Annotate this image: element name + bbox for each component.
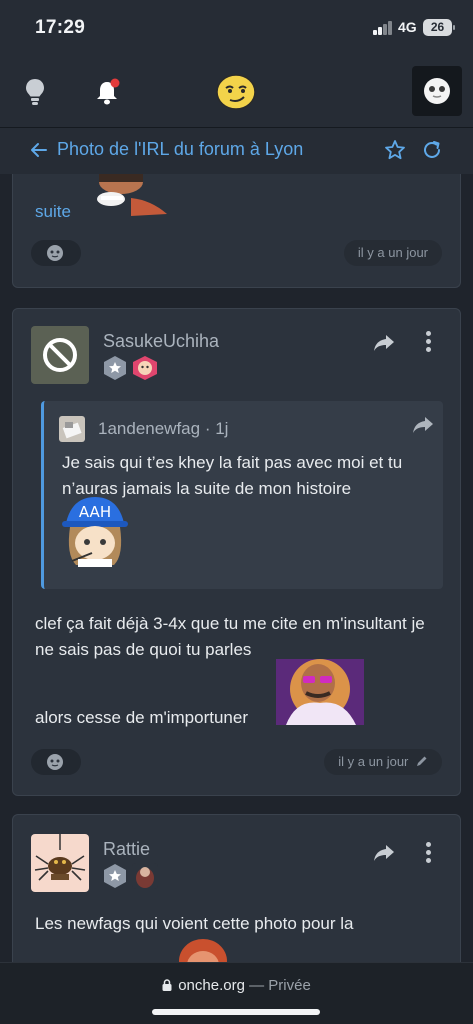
reaction-face-icon (47, 754, 63, 770)
browser-address-bar[interactable]: onche.org — Privée (0, 962, 473, 1024)
quote-age: · 1j (204, 419, 229, 438)
quote-author-name[interactable]: 1andenewfag (98, 419, 200, 438)
share-icon[interactable] (412, 415, 434, 435)
sticker-glasses-image (276, 659, 364, 725)
quoted-message: 1andenewfag · 1j Je sais qui t’es khey l… (41, 401, 443, 589)
post-timestamp-text: il y a un jour (338, 754, 409, 769)
edited-pencil-icon (417, 756, 427, 766)
share-icon[interactable] (373, 333, 395, 353)
sticker-tea-image (81, 174, 169, 216)
reaction-face-icon (47, 245, 63, 261)
sticker-text: AAH (79, 503, 111, 521)
post-card: SasukeUchiha 1andenewfag · 1j Je sais qu… (12, 308, 461, 796)
more-options-icon[interactable] (426, 842, 432, 864)
post-body: clef ça fait déjà 3-4x que tu me cite en… (35, 614, 425, 659)
quote-author[interactable]: 1andenewfag · 1j (98, 419, 228, 439)
profile-badge-icon (132, 863, 158, 889)
profile-badge-icon (133, 356, 157, 380)
reaction-button[interactable] (31, 240, 81, 266)
browser-domain: onche.org (178, 977, 245, 994)
bell-icon[interactable] (95, 78, 121, 106)
smiley-logo-icon[interactable] (216, 74, 256, 110)
home-indicator[interactable] (152, 1009, 320, 1015)
status-time: 17:29 (35, 17, 86, 38)
post-card: suite il y a un jour (12, 174, 461, 288)
user-avatar-button[interactable] (412, 66, 462, 116)
sticker-aah-image: AAH (62, 497, 128, 567)
network-type: 4G (398, 19, 417, 35)
topic-title-bar: Photo de l'IRL du forum à Lyon (0, 128, 473, 174)
rank-badge-icon (104, 356, 126, 380)
lock-icon (162, 979, 172, 991)
avatar-face-icon (424, 78, 450, 104)
post-body: alors cesse de m'importuner (35, 708, 248, 727)
post-body: Les newfags qui voient cette photo pour … (35, 914, 354, 933)
quote-author-avatar[interactable] (59, 416, 85, 442)
user-avatar-ban-icon[interactable] (31, 326, 89, 384)
page-title[interactable]: Photo de l'IRL du forum à Lyon (57, 139, 303, 160)
reaction-button[interactable] (31, 749, 81, 775)
user-avatar-spider-icon[interactable] (31, 834, 89, 892)
status-bar: 17:29 4G 26 (0, 0, 473, 56)
battery-icon: 26 (423, 19, 455, 36)
back-arrow-icon[interactable] (30, 141, 48, 159)
star-icon[interactable] (384, 139, 406, 161)
browser-private-mode: Privée (268, 977, 311, 994)
post-username[interactable]: SasukeUchiha (103, 331, 219, 352)
post-text-link[interactable]: suite (35, 202, 71, 222)
share-icon[interactable] (373, 843, 395, 863)
refresh-icon[interactable] (421, 139, 443, 161)
browser-separator: — (244, 977, 269, 994)
post-timestamp: il y a un jour (324, 749, 442, 775)
rank-badge-icon (104, 864, 126, 888)
post-timestamp: il y a un jour (343, 240, 442, 266)
post-username[interactable]: Rattie (103, 839, 150, 860)
post-card: Rattie Les newfags qui voient cette phot… (12, 814, 461, 975)
signal-icon (373, 21, 393, 35)
browser-url[interactable]: onche.org — Privée (0, 977, 473, 994)
bulb-icon[interactable] (24, 78, 46, 106)
more-options-icon[interactable] (426, 331, 432, 353)
